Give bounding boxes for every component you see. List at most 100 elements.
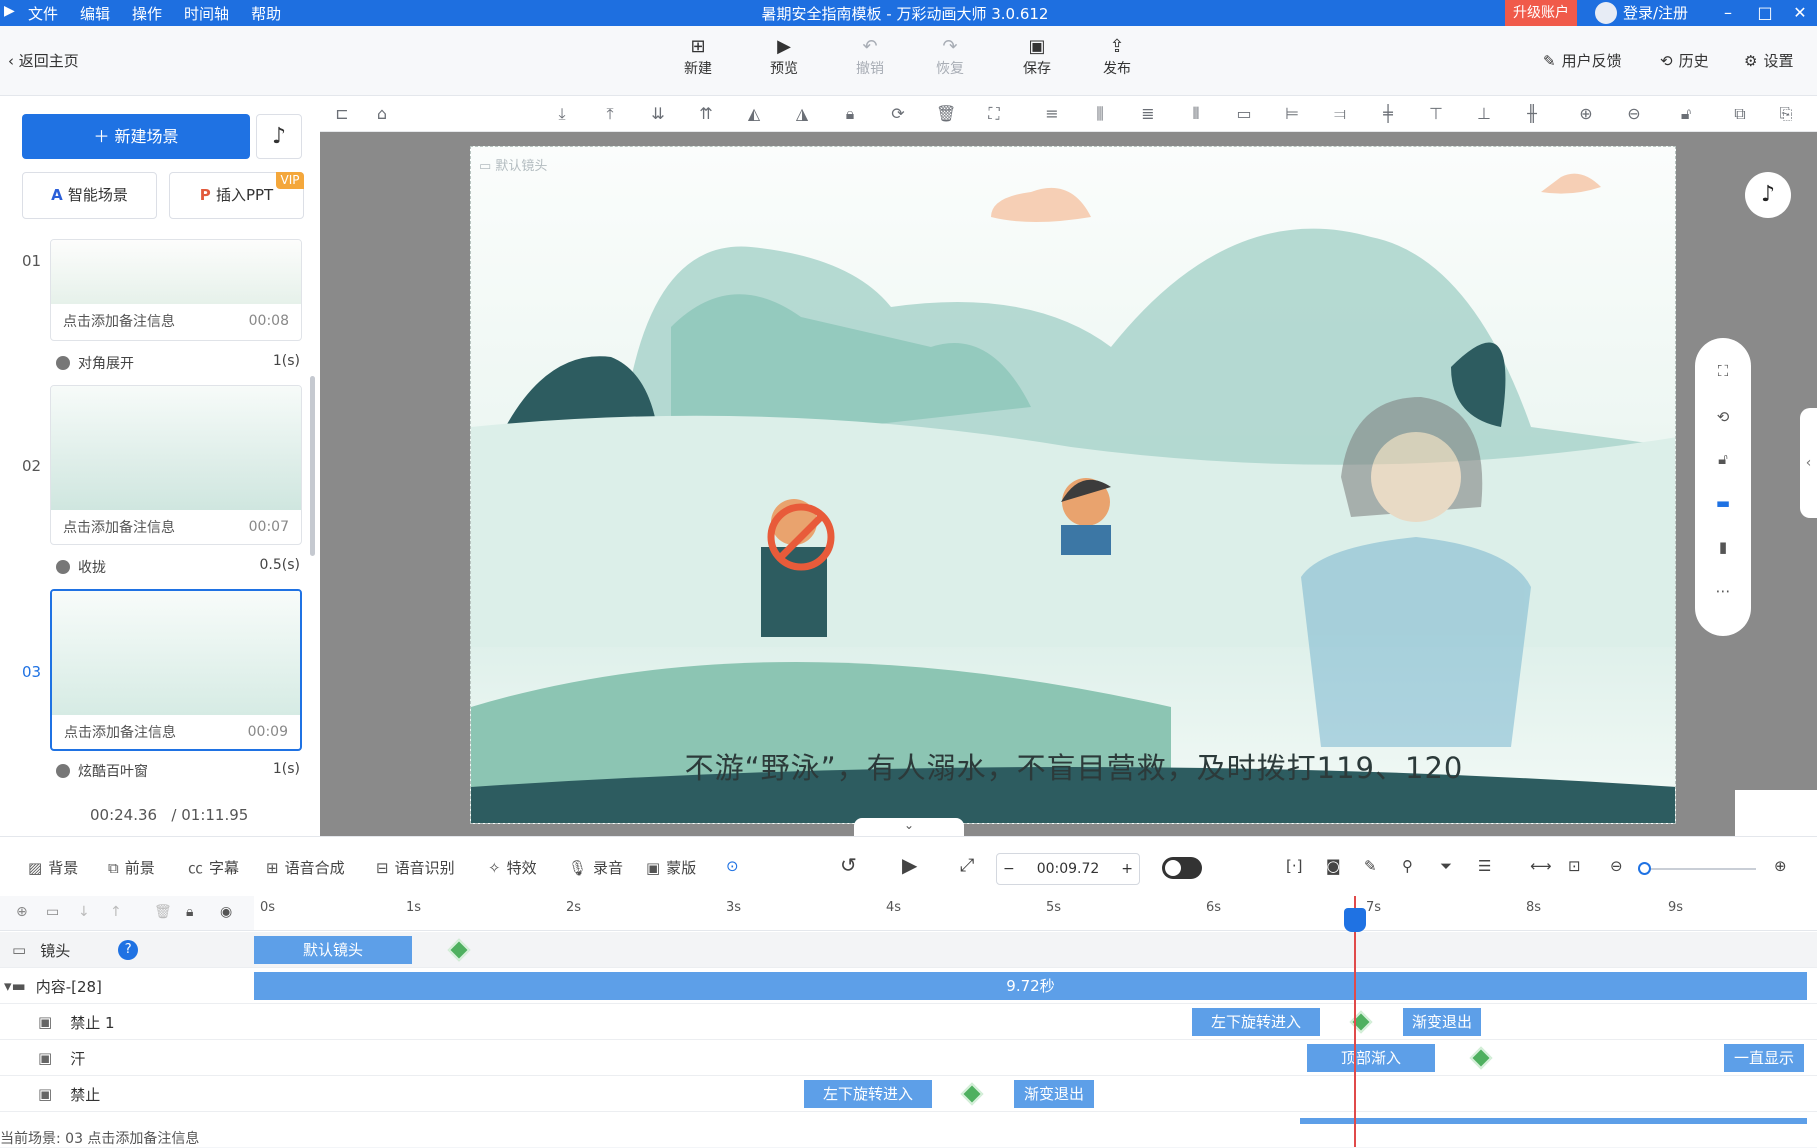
zoom-slider[interactable] (1644, 868, 1756, 870)
keyframe-add-icon[interactable] (1469, 1046, 1493, 1070)
crop-icon[interactable]: ⛶ (984, 104, 1004, 124)
chevron-down-icon[interactable]: ⌄ (854, 818, 964, 836)
distribute-v-icon[interactable]: ≣ (1138, 104, 1158, 124)
sliders-icon[interactable]: ☰ (1478, 857, 1491, 875)
bring-down-icon[interactable]: ⇊ (648, 104, 668, 124)
timeline-segment[interactable]: 渐变退出 (1014, 1080, 1094, 1108)
replay-icon[interactable]: ↺ (840, 853, 857, 877)
bottom-edge-icon[interactable]: ⊥ (1474, 104, 1494, 124)
track-ban-1[interactable]: ▣ 禁止 1 左下旋转进入 渐变退出 (0, 1004, 1817, 1040)
distribute-h-icon[interactable]: ⫴ (1186, 104, 1206, 124)
zoom-in-icon[interactable]: ⊕ (1576, 104, 1596, 124)
align-top-icon[interactable]: ⤒ (600, 104, 620, 124)
new-button[interactable]: ⊞ 新建 (668, 36, 728, 78)
track-sweat[interactable]: ▣ 汗 顶部渐入 一直显示 (0, 1040, 1817, 1076)
portrait-icon[interactable]: ▮ (1713, 538, 1733, 558)
lock-icon[interactable]: 🔒︎ (840, 104, 860, 124)
time-decrement[interactable]: − (1003, 861, 1015, 877)
home-icon[interactable]: ⌂ (372, 104, 392, 124)
delete-icon[interactable]: 🗑︎ (154, 904, 172, 920)
timeline-segment[interactable]: 左下旋转进入 (804, 1080, 932, 1108)
timeline-segment[interactable]: 渐变退出 (1403, 1008, 1481, 1036)
time-ruler[interactable]: 0s 1s 2s 3s 4s 5s 6s 7s 8s 9s (254, 896, 1817, 931)
flip-vertical-icon[interactable]: ◮ (792, 104, 812, 124)
subtitle-button[interactable]: ㏄字幕 (188, 857, 239, 878)
unlock-icon[interactable]: 🔓︎ (1676, 104, 1696, 124)
fit-width-icon[interactable]: ⟷ (1530, 857, 1552, 875)
scene-note[interactable]: 点击添加备注信息 (64, 722, 176, 742)
minimize-icon[interactable]: – (1713, 0, 1743, 26)
upgrade-account-button[interactable]: 升级账户 (1505, 0, 1577, 26)
smart-scene-button[interactable]: A 智能场景 (22, 172, 157, 219)
toggle-switch[interactable] (1162, 857, 1202, 879)
playhead-time-field[interactable]: − 00:09.72 + (996, 853, 1140, 885)
playhead-time[interactable]: 00:09.72 (1037, 861, 1100, 877)
new-scene-button[interactable]: ＋ 新建场景 (22, 114, 250, 159)
rotate-icon[interactable]: ⟳ (888, 104, 908, 124)
maximize-icon[interactable]: □ (1750, 0, 1780, 26)
mask-button[interactable]: ▣ 蒙版 (646, 857, 696, 878)
keyframe-add-icon[interactable] (447, 938, 471, 962)
more-tools-icon[interactable]: ⊙ (726, 857, 739, 875)
feedback-button[interactable]: ✎ 用户反馈 (1543, 50, 1622, 71)
save-button[interactable]: ▣ 保存 (1007, 36, 1067, 78)
publish-button[interactable]: ⇪ 发布 (1087, 36, 1147, 78)
background-button[interactable]: ▨ 背景 (28, 857, 78, 878)
scene-card-3[interactable]: 点击添加备注信息 00:09 (50, 589, 302, 751)
scene-canvas[interactable]: ▭ 默认镜头 不游“野泳”，有人溺水，不盲目营救，及时拨打119、120 (470, 146, 1676, 824)
bring-up-icon[interactable]: ⇈ (696, 104, 716, 124)
preview-button[interactable]: ▶ 预览 (754, 36, 814, 78)
scene-card-1[interactable]: 点击添加备注信息 00:08 (50, 239, 302, 341)
music-note-icon[interactable]: ♪ (1745, 172, 1791, 218)
delete-icon[interactable]: 🗑︎ (936, 104, 956, 124)
timeline-segment[interactable]: 9.72秒 (254, 972, 1807, 1000)
help-icon[interactable]: ? (118, 940, 139, 960)
zoom-out-icon[interactable]: ⊖ (1610, 857, 1623, 875)
add-folder-icon[interactable]: ⊕ (16, 904, 28, 920)
timeline-segment[interactable]: 默认镜头 (254, 936, 412, 964)
playhead-line[interactable] (1354, 896, 1356, 1147)
foreground-button[interactable]: ⧉ 前景 (108, 857, 155, 878)
timeline-segment[interactable]: 左下旋转进入 (1192, 1008, 1320, 1036)
center-v-icon[interactable]: ╫ (1522, 104, 1542, 124)
close-icon[interactable]: ✕ (1785, 0, 1815, 26)
eye-icon[interactable]: ◉ (220, 904, 232, 920)
one-to-one-icon[interactable]: ⊡ (1568, 857, 1581, 875)
track-content[interactable]: ▾▬ 内容-[28] 9.72秒 (0, 968, 1817, 1004)
record-button[interactable]: 🎙︎ 录音 (568, 857, 623, 878)
top-edge-icon[interactable]: ⊤ (1426, 104, 1446, 124)
lock-icon[interactable]: 🔓︎ (1713, 450, 1733, 470)
time-increment[interactable]: + (1121, 861, 1133, 877)
landscape-icon[interactable]: ▬ (1713, 494, 1733, 514)
move-up-icon[interactable]: ↑ (110, 904, 122, 920)
center-h-icon[interactable]: ╪ (1378, 104, 1398, 124)
scene-transition-2[interactable]: 收拢 0.5(s) (56, 557, 300, 577)
align-middle-icon[interactable]: ⫼ (1090, 104, 1110, 124)
menu-file[interactable]: 文件 (28, 3, 58, 24)
same-width-icon[interactable]: ▭ (1234, 104, 1254, 124)
login-button[interactable]: 登录/注册 (1595, 0, 1688, 26)
fullscreen-icon[interactable]: ⤢ (960, 855, 974, 876)
move-down-icon[interactable]: ↓ (78, 904, 90, 920)
more-icon[interactable]: ⋯ (1713, 582, 1733, 602)
zoom-slider-knob[interactable] (1638, 862, 1651, 875)
back-home-button[interactable]: ‹ 返回主页 (8, 50, 79, 71)
menu-operate[interactable]: 操作 (132, 3, 162, 24)
rotate-screen-icon[interactable]: ⟲ (1713, 408, 1733, 428)
history-button[interactable]: ⟲ 历史 (1660, 50, 1709, 71)
scene-note[interactable]: 点击添加备注信息 (63, 311, 175, 331)
camera-icon[interactable]: ◙ (1326, 857, 1341, 875)
new-folder-icon[interactable]: ▭ (46, 904, 59, 920)
scene-card-2[interactable]: 点击添加备注信息 00:07 (50, 385, 302, 545)
effects-button[interactable]: ✧ 特效 (488, 857, 537, 878)
flip-horizontal-icon[interactable]: ◭ (744, 104, 764, 124)
align-center-icon[interactable]: ≡ (1042, 104, 1062, 124)
scene-note[interactable]: 点击添加备注信息 (63, 517, 175, 537)
tts-button[interactable]: ⊞ 语音合成 (266, 857, 345, 878)
music-note-icon[interactable]: ♪ (256, 114, 302, 159)
align-right-icon[interactable]: ⫤ (1330, 104, 1350, 124)
timeline-segment[interactable]: 一直显示 (1724, 1044, 1804, 1072)
scene-transition-1[interactable]: 对角展开 1(s) (56, 353, 300, 373)
scene-list-scrollbar[interactable] (310, 376, 315, 556)
align-bottom-icon[interactable]: ⤓ (552, 104, 572, 124)
